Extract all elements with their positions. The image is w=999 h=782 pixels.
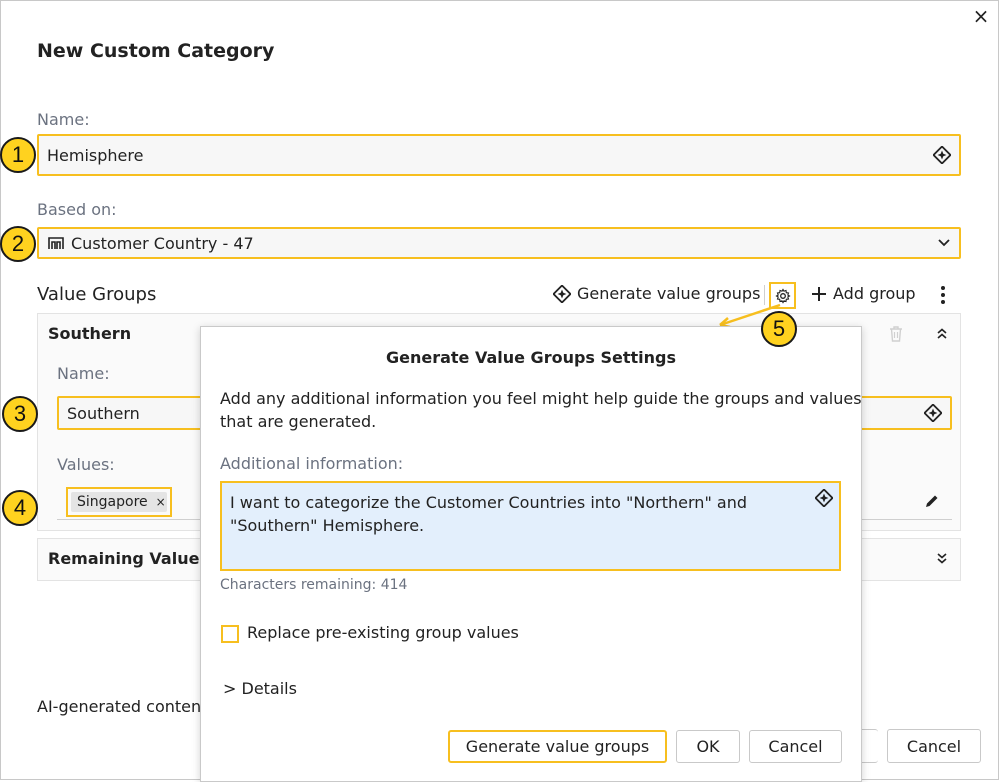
- additional-info-line2: "Southern" Hemisphere.: [230, 516, 425, 535]
- value-groups-label: Value Groups: [37, 284, 157, 305]
- trash-icon[interactable]: [888, 325, 904, 343]
- table-icon: [48, 237, 64, 249]
- dialog-cancel-label: Cancel: [906, 736, 962, 756]
- modal-intro-line2: that are generated.: [220, 412, 377, 431]
- plus-icon: [812, 286, 826, 301]
- ai-disclaimer: AI-generated conten: [37, 697, 202, 716]
- add-group-label: Add group: [833, 284, 916, 303]
- modal-ok-label: OK: [696, 737, 720, 756]
- modal-cancel-button[interactable]: Cancel: [749, 730, 842, 763]
- ai-sparkle-icon[interactable]: [815, 489, 833, 507]
- additional-info-textarea[interactable]: I want to categorize the Customer Countr…: [220, 481, 841, 571]
- marker-4: 4: [2, 490, 38, 526]
- value-chip-label: Singapore: [77, 494, 148, 510]
- modal-generate-button[interactable]: Generate value groups: [448, 730, 667, 763]
- chevron-down-icon[interactable]: [937, 238, 951, 248]
- name-field[interactable]: Hemisphere: [37, 134, 961, 176]
- modal-title: Generate Value Groups Settings: [385, 348, 677, 367]
- dialog-cancel-button[interactable]: Cancel: [887, 729, 981, 763]
- based-on-value: Customer Country - 47: [71, 233, 254, 253]
- chevron-double-down-icon[interactable]: [935, 551, 949, 565]
- value-chip-highlight: Singapore ×: [66, 487, 172, 517]
- based-on-select[interactable]: Customer Country - 47: [37, 227, 961, 259]
- add-group-button[interactable]: Add group: [811, 284, 916, 303]
- pencil-icon[interactable]: [924, 493, 940, 509]
- additional-info-label: Additional information:: [220, 454, 404, 473]
- group-name-label: Name:: [57, 364, 110, 383]
- details-toggle[interactable]: > Details: [223, 679, 297, 698]
- replace-checkbox-label[interactable]: Replace pre-existing group values: [247, 623, 519, 642]
- marker-3: 3: [2, 396, 38, 432]
- additional-info-line1: I want to categorize the Customer Countr…: [230, 493, 747, 512]
- group-title: Southern: [48, 324, 132, 343]
- marker-5: 5: [761, 311, 797, 347]
- modal-generate-label: Generate value groups: [465, 737, 650, 756]
- group-values-label: Values:: [57, 455, 115, 474]
- ai-sparkle-icon[interactable]: [924, 404, 942, 422]
- ai-sparkle-icon[interactable]: [933, 146, 951, 164]
- group-name-value: Southern: [67, 403, 140, 423]
- marker-1: 1: [0, 137, 36, 173]
- dialog-title: New Custom Category: [37, 40, 275, 62]
- modal-cancel-label: Cancel: [768, 737, 823, 756]
- based-on-label: Based on:: [37, 200, 117, 219]
- ai-sparkle-icon: [553, 284, 571, 303]
- value-chip[interactable]: Singapore ×: [71, 492, 167, 512]
- modal-intro-line1: Add any additional information you feel …: [220, 389, 862, 408]
- remove-chip-icon[interactable]: ×: [156, 495, 166, 509]
- replace-checkbox[interactable]: [221, 625, 239, 643]
- characters-remaining: Characters remaining: 414: [220, 577, 408, 593]
- more-vertical-icon[interactable]: [937, 285, 949, 305]
- close-icon[interactable]: ×: [970, 4, 992, 28]
- remaining-values-label: Remaining Values: [48, 549, 209, 568]
- name-label: Name:: [37, 110, 90, 129]
- marker-2: 2: [0, 226, 36, 262]
- chevron-up-icon[interactable]: [935, 327, 949, 341]
- modal-ok-button[interactable]: OK: [676, 730, 740, 763]
- name-value: Hemisphere: [47, 145, 144, 165]
